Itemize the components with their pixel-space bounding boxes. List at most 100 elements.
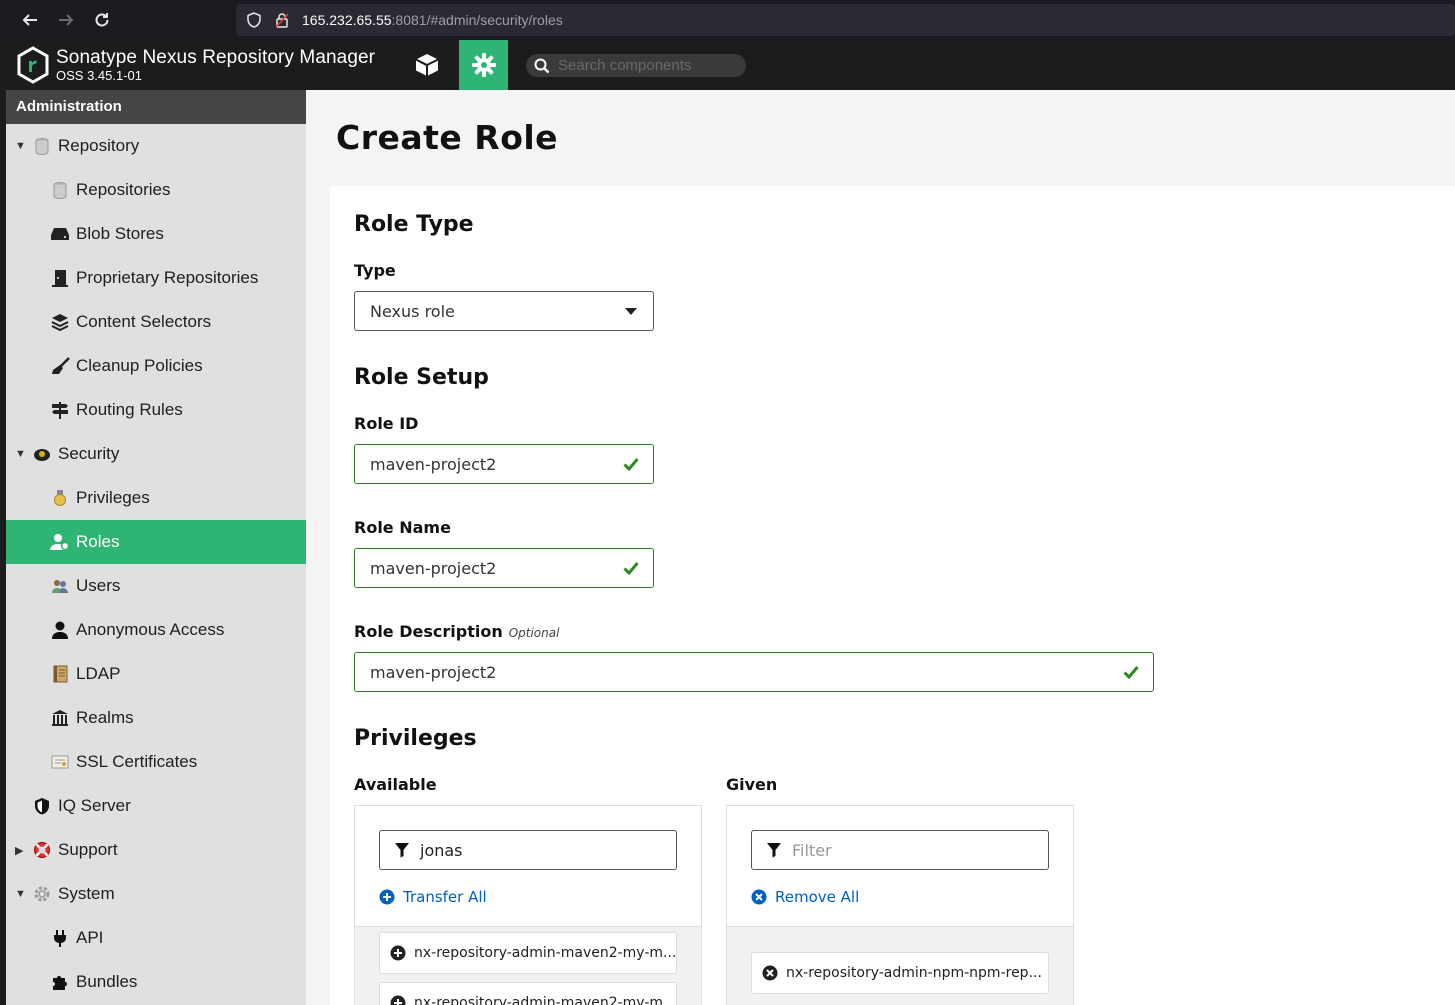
nexus-logo-icon[interactable] bbox=[16, 46, 50, 84]
caret-down-icon[interactable]: ▼ bbox=[15, 888, 27, 900]
medal-icon bbox=[50, 488, 70, 508]
checkmark-icon bbox=[623, 456, 639, 475]
type-label: Type bbox=[354, 261, 396, 280]
list-item-label: nx-repository-admin-npm-npm-rep... bbox=[786, 965, 1042, 981]
global-search[interactable] bbox=[526, 54, 746, 77]
sidebar-item-label: Cleanup Policies bbox=[76, 356, 203, 375]
available-filter-input[interactable]: jonas bbox=[379, 830, 677, 870]
signpost-icon bbox=[50, 400, 70, 420]
search-input[interactable] bbox=[558, 57, 738, 74]
database-icon bbox=[32, 136, 52, 156]
sidebar-item-label: Roles bbox=[76, 532, 120, 551]
browse-mode-button[interactable] bbox=[402, 40, 451, 90]
sidebar-item-label: Repository bbox=[58, 136, 140, 155]
plus-circle-icon[interactable] bbox=[390, 945, 406, 961]
sidebar-item-realms[interactable]: Realms bbox=[6, 696, 306, 740]
remove-circle-icon[interactable] bbox=[762, 965, 778, 981]
sidebar-item-cleanup-policies[interactable]: Cleanup Policies bbox=[6, 344, 306, 388]
lifebuoy-icon bbox=[32, 840, 52, 860]
gear-icon bbox=[471, 53, 496, 77]
address-bar[interactable]: 165.232.65.55:8081/#admin/security/roles bbox=[236, 4, 1455, 36]
available-privileges-list: nx-repository-admin-maven2-my-m... nx-re… bbox=[355, 926, 701, 1005]
remove-all-button[interactable]: Remove All bbox=[751, 888, 859, 906]
sidebar-item-content-selectors[interactable]: Content Selectors bbox=[6, 300, 306, 344]
transfer-all-button[interactable]: Transfer All bbox=[379, 888, 487, 906]
sidebar-item-label: Security bbox=[58, 444, 120, 463]
sidebar-item-repository[interactable]: ▼ Repository bbox=[6, 124, 306, 168]
sidebar-item-proprietary-repositories[interactable]: Proprietary Repositories bbox=[6, 256, 306, 300]
sidebar-item-routing-rules[interactable]: Routing Rules bbox=[6, 388, 306, 432]
checkmark-icon bbox=[623, 560, 639, 579]
sidebar-item-privileges[interactable]: Privileges bbox=[6, 476, 306, 520]
section-title-role-type: Role Type bbox=[354, 212, 474, 237]
sidebar-item-anonymous-access[interactable]: Anonymous Access bbox=[6, 608, 306, 652]
given-filter-placeholder: Filter bbox=[792, 840, 832, 860]
caret-right-icon[interactable]: ▶ bbox=[15, 844, 27, 857]
type-select-value: Nexus role bbox=[370, 301, 455, 321]
certificate-icon bbox=[50, 752, 70, 772]
available-filter-value: jonas bbox=[420, 840, 463, 860]
shield-icon[interactable] bbox=[246, 12, 262, 28]
sidebar-item-label: Blob Stores bbox=[76, 224, 164, 243]
plus-circle-icon bbox=[379, 889, 395, 905]
forward-icon[interactable] bbox=[48, 2, 84, 38]
given-filter-input[interactable]: Filter bbox=[751, 830, 1049, 870]
list-item[interactable]: nx-repository-admin-maven2-my-m... bbox=[379, 982, 677, 1005]
admin-mode-button[interactable] bbox=[459, 40, 508, 90]
sidebar-item-roles[interactable]: Roles bbox=[6, 520, 306, 564]
sidebar-item-label: System bbox=[58, 884, 115, 903]
plus-circle-icon[interactable] bbox=[390, 995, 406, 1005]
sidebar-item-support[interactable]: ▶ Support bbox=[6, 828, 306, 872]
door-icon bbox=[50, 268, 70, 288]
reload-icon[interactable] bbox=[84, 2, 120, 38]
sidebar-item-bundles[interactable]: Bundles bbox=[6, 960, 306, 1004]
sidebar-item-iq-server[interactable]: IQ Server bbox=[6, 784, 306, 828]
main-content: Create Role Role Type Type Nexus role Ro… bbox=[306, 90, 1455, 1005]
given-privileges-list: nx-repository-admin-npm-npm-rep... bbox=[727, 926, 1073, 1005]
sidebar-item-users[interactable]: Users bbox=[6, 564, 306, 608]
caret-down-icon bbox=[625, 308, 637, 315]
sidebar-item-repositories[interactable]: Repositories bbox=[6, 168, 306, 212]
sidebar-item-blob-stores[interactable]: Blob Stores bbox=[6, 212, 306, 256]
transfer-all-label: Transfer All bbox=[403, 888, 487, 906]
role-id-field[interactable]: maven-project2 bbox=[354, 444, 654, 484]
caret-down-icon[interactable]: ▼ bbox=[15, 448, 27, 460]
sidebar-item-label: API bbox=[76, 928, 104, 947]
list-item[interactable]: nx-repository-admin-npm-npm-rep... bbox=[751, 952, 1049, 994]
user-gear-icon bbox=[50, 532, 70, 552]
given-privileges-panel: Filter Remove All nx-repository-admin-np… bbox=[726, 805, 1074, 1005]
sidebar-item-ldap[interactable]: LDAP bbox=[6, 652, 306, 696]
role-id-label: Role ID bbox=[354, 414, 419, 433]
available-privileges-panel: jonas Transfer All nx-repository-admin-m… bbox=[354, 805, 702, 1005]
cube-icon bbox=[415, 54, 438, 76]
back-icon[interactable] bbox=[12, 2, 48, 38]
role-description-label: Role Description Optional bbox=[354, 622, 559, 641]
app-header: Sonatype Nexus Repository Manager OSS 3.… bbox=[6, 40, 1455, 90]
filter-icon bbox=[395, 843, 409, 858]
puzzle-icon bbox=[50, 972, 70, 992]
insecure-lock-icon[interactable] bbox=[274, 12, 290, 28]
role-name-field[interactable]: maven-project2 bbox=[354, 548, 654, 588]
type-select[interactable]: Nexus role bbox=[354, 291, 654, 331]
create-role-form: Role Type Type Nexus role Role Setup Rol… bbox=[330, 186, 1455, 1005]
caret-down-icon[interactable]: ▼ bbox=[15, 140, 27, 152]
sidebar-item-label: Anonymous Access bbox=[76, 620, 225, 639]
sidebar-item-api[interactable]: API bbox=[6, 916, 306, 960]
role-description-field[interactable]: maven-project2 bbox=[354, 652, 1154, 692]
search-icon bbox=[534, 58, 550, 73]
filter-icon bbox=[767, 843, 781, 858]
list-item-label: nx-repository-admin-maven2-my-m... bbox=[414, 995, 677, 1005]
sidebar-item-security[interactable]: ▼ Security bbox=[6, 432, 306, 476]
browser-toolbar: 165.232.65.55:8081/#admin/security/roles bbox=[0, 0, 1455, 40]
given-label: Given bbox=[726, 775, 778, 794]
gear-icon bbox=[32, 884, 52, 904]
sidebar-item-label: IQ Server bbox=[58, 796, 131, 815]
list-item[interactable]: nx-repository-admin-maven2-my-m... bbox=[379, 932, 677, 974]
optional-tag: Optional bbox=[508, 626, 560, 640]
remove-all-label: Remove All bbox=[775, 888, 860, 906]
sidebar-item-system[interactable]: ▼ System bbox=[6, 872, 306, 916]
sidebar-item-label: Proprietary Repositories bbox=[76, 268, 259, 287]
sidebar-item-label: Repositories bbox=[76, 180, 171, 199]
sidebar-item-ssl-certificates[interactable]: SSL Certificates bbox=[6, 740, 306, 784]
user-icon bbox=[50, 620, 70, 640]
